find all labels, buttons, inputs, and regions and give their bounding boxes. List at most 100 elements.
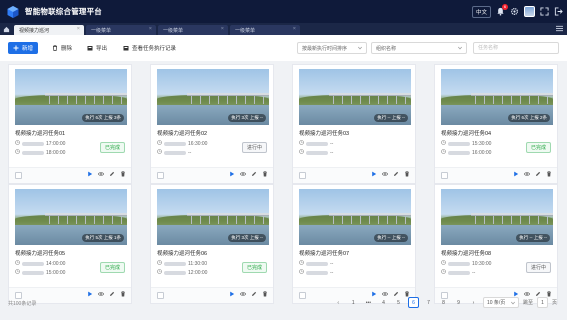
tab-menu-1[interactable]: 一级菜单 ×: [86, 25, 156, 35]
eye-icon[interactable]: [382, 171, 388, 177]
goto-label: 跳至: [522, 300, 533, 306]
page-size-select[interactable]: 10 条/页: [482, 297, 519, 308]
video-thumbnail[interactable]: 执行 6次 上报 3条: [15, 69, 127, 125]
execution-stats: 执行 -- 上报 --: [374, 234, 408, 242]
start-time: --: [330, 140, 334, 147]
start-time: 14:00:00: [46, 260, 66, 267]
task-card[interactable]: 执行 -- 上报 -- 视频接力巡河任务08 10:30:00 -- 进行中: [434, 184, 558, 304]
edit-icon[interactable]: [393, 171, 399, 177]
page-8[interactable]: 8: [438, 297, 449, 308]
bell-icon[interactable]: 6: [496, 4, 508, 16]
trash-icon[interactable]: [404, 171, 410, 177]
trash-icon[interactable]: [262, 171, 268, 177]
page-1[interactable]: 1: [348, 297, 359, 308]
delete-button[interactable]: 删除: [47, 42, 77, 54]
export-button[interactable]: 导出: [82, 42, 112, 54]
language-switch[interactable]: 中文: [471, 5, 491, 18]
video-thumbnail[interactable]: 执行 -- 上报 --: [441, 189, 553, 245]
eye-icon[interactable]: [240, 171, 246, 177]
page-6-current[interactable]: 6: [407, 297, 419, 308]
export-icon: [87, 46, 93, 51]
task-name: 视频接力巡河任务01: [15, 131, 66, 137]
end-time: --: [188, 149, 192, 156]
play-icon[interactable]: [87, 171, 93, 177]
page-5[interactable]: 5: [393, 297, 404, 308]
clock-icon: [441, 260, 446, 267]
next-page-button[interactable]: ›: [468, 297, 479, 308]
logout-icon[interactable]: [554, 7, 563, 16]
avatar[interactable]: [524, 6, 535, 17]
end-time: 18:00:00: [46, 149, 66, 156]
tab-list-icon[interactable]: [556, 25, 563, 32]
close-icon[interactable]: ×: [77, 26, 80, 32]
clock-icon: [299, 149, 304, 156]
start-time-row: 11:30:00: [157, 260, 207, 267]
page-ellipsis[interactable]: •••: [363, 297, 374, 308]
home-icon[interactable]: [0, 23, 12, 35]
task-card[interactable]: 执行 3次 上报 -- 视频接力巡河任务06 11:30:00 12:00:00…: [150, 184, 274, 304]
card-actions: [435, 167, 557, 183]
eye-icon[interactable]: [98, 171, 104, 177]
task-name-search-input[interactable]: 任务名称: [473, 42, 559, 54]
close-icon[interactable]: ×: [149, 26, 152, 32]
tab-label: 一级菜单: [163, 27, 184, 34]
play-icon[interactable]: [229, 171, 235, 177]
task-card[interactable]: 执行 -- 上报 -- 视频接力巡河任务07 -- --: [292, 184, 416, 304]
play-icon[interactable]: [371, 171, 377, 177]
trash-icon[interactable]: [120, 171, 126, 177]
redacted-date: [164, 141, 186, 146]
app-title: 智能物联综合管理平台: [25, 7, 102, 16]
video-thumbnail[interactable]: 执行 6次 上报 2条: [441, 69, 553, 125]
org-select-value: 组织名称: [376, 45, 397, 52]
tab-label: 一级菜单: [235, 27, 256, 34]
play-icon[interactable]: [513, 171, 519, 177]
edit-icon[interactable]: [109, 171, 115, 177]
close-icon[interactable]: ×: [221, 26, 224, 32]
start-time-row: 17:00:00: [15, 140, 65, 147]
video-thumbnail[interactable]: 执行 5次 上报 1条: [15, 189, 127, 245]
task-card[interactable]: 执行 3次 上报 -- 视频接力巡河任务02 16:30:00 -- 进行中: [150, 64, 274, 184]
select-checkbox[interactable]: [15, 172, 22, 179]
trash-icon: [53, 45, 57, 51]
page-9[interactable]: 9: [453, 297, 464, 308]
fullscreen-icon[interactable]: [540, 7, 549, 16]
tab-video-patrol[interactable]: 视频接力巡河 ×: [14, 25, 84, 35]
page-4[interactable]: 4: [378, 297, 389, 308]
redacted-date: [448, 270, 470, 275]
select-checkbox[interactable]: [299, 172, 306, 179]
select-checkbox[interactable]: [441, 172, 448, 179]
org-select[interactable]: 组织名称: [371, 42, 467, 54]
start-time: --: [330, 260, 334, 267]
close-icon[interactable]: ×: [293, 26, 296, 32]
gear-icon[interactable]: [510, 7, 519, 16]
task-card[interactable]: 执行 5次 上报 1条 视频接力巡河任务05 14:00:00 15:00:00…: [8, 184, 132, 304]
trash-icon[interactable]: [546, 171, 552, 177]
eye-icon[interactable]: [524, 171, 530, 177]
task-card[interactable]: 执行 6次 上报 3条 视频接力巡河任务01 17:00:00 18:00:00…: [8, 64, 132, 184]
edit-icon[interactable]: [251, 171, 257, 177]
video-thumbnail[interactable]: 执行 3次 上报 --: [157, 69, 269, 125]
chevron-down-icon: [511, 301, 515, 305]
task-card[interactable]: 执行 -- 上报 -- 视频接力巡河任务03 -- --: [292, 64, 416, 184]
goto-page-input[interactable]: 1: [536, 297, 548, 308]
page-7[interactable]: 7: [423, 297, 434, 308]
task-name: 视频接力巡河任务06: [157, 251, 208, 257]
execution-stats: 执行 6次 上报 3条: [82, 114, 124, 122]
sort-select[interactable]: 按最新执行时间排序: [297, 42, 367, 54]
end-time-row: --: [441, 269, 475, 276]
prev-page-button[interactable]: ‹: [333, 297, 344, 308]
add-button[interactable]: 新增: [8, 42, 39, 54]
redacted-date: [306, 261, 328, 266]
select-checkbox[interactable]: [157, 172, 164, 179]
video-thumbnail[interactable]: 执行 3次 上报 --: [157, 189, 269, 245]
view-records-button[interactable]: 查看任务执行记录: [118, 42, 181, 54]
clock-icon: [157, 149, 162, 156]
video-thumbnail[interactable]: 执行 -- 上报 --: [299, 69, 411, 125]
edit-icon[interactable]: [535, 171, 541, 177]
task-card[interactable]: 执行 6次 上报 2条 视频接力巡河任务04 15:30:00 16:00:00…: [434, 64, 558, 184]
video-thumbnail[interactable]: 执行 -- 上报 --: [299, 189, 411, 245]
tab-menu-3[interactable]: 一级菜单 ×: [230, 25, 300, 35]
tab-menu-2[interactable]: 一级菜单 ×: [158, 25, 228, 35]
task-name: 视频接力巡河任务02: [157, 131, 208, 137]
start-time-row: --: [299, 260, 333, 267]
